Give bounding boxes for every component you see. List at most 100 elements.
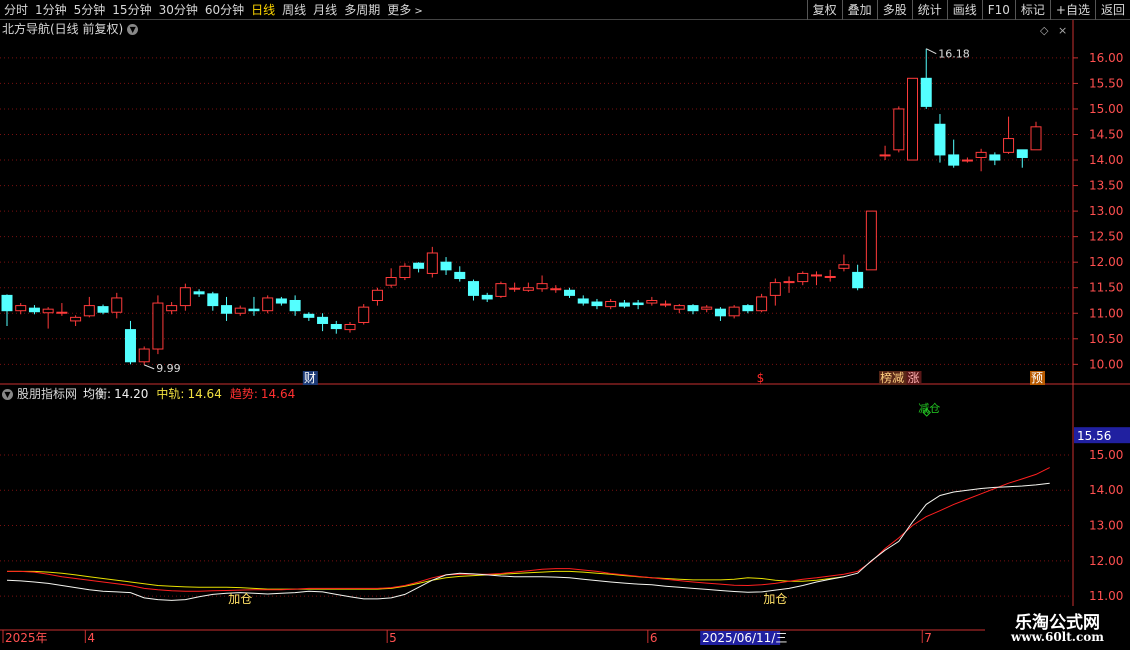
candle-body <box>618 302 630 307</box>
action-button[interactable]: 叠加 <box>841 0 877 20</box>
candle-body <box>550 288 562 291</box>
ytick-label: 13.00 <box>1089 204 1123 218</box>
chevron-down-icon[interactable]: ▼ <box>2 388 13 400</box>
ytick-label: 12.00 <box>1089 554 1123 568</box>
ytick-label: 11.00 <box>1089 589 1123 603</box>
xtick-label: 6 <box>650 631 658 645</box>
candle-body <box>1003 138 1015 153</box>
xtick-label: 2025年 <box>5 631 48 645</box>
top-toolbar: 分时 1分钟 5分钟 15分钟 30分钟 60分钟 日线 周线 月线 多周期 更多 > 复权 叠加 多股… <box>0 0 1130 20</box>
junheng-value: 14.20 <box>114 387 149 401</box>
candle-body <box>15 305 27 312</box>
candle-body <box>371 289 383 301</box>
watermark-logo: 乐淘公式网 www.60lt.com <box>985 606 1130 650</box>
period-tabs: 分时 1分钟 5分钟 15分钟 30分钟 60分钟 日线 周线 月线 多周期 更多 > <box>0 0 426 20</box>
candle-body <box>728 306 740 317</box>
candle-body <box>152 302 164 350</box>
junheng-label: 均衡: <box>83 387 112 401</box>
candle-body <box>289 299 301 312</box>
tab-period[interactable]: 15分钟 <box>108 0 154 20</box>
event-marker[interactable]: 榜减 <box>880 370 904 385</box>
candle-body <box>399 265 411 279</box>
candle-body <box>303 313 315 318</box>
candle-body <box>660 303 672 306</box>
action-button[interactable]: F10 <box>981 0 1015 20</box>
candle-body <box>564 289 576 296</box>
candle-body <box>248 308 260 312</box>
candle-body <box>275 298 287 304</box>
tab-period[interactable]: 1分钟 <box>31 0 70 20</box>
tab-period[interactable]: 分时 <box>0 0 31 20</box>
candle-body <box>358 306 370 323</box>
candle-body <box>536 283 548 290</box>
candle-body <box>221 305 233 314</box>
qushi-value: 14.64 <box>260 387 296 401</box>
tab-period[interactable]: 30分钟 <box>155 0 201 20</box>
candle-body <box>344 323 356 331</box>
ytick-label: 15.50 <box>1089 76 1123 90</box>
candle-body <box>413 262 425 269</box>
more-tab-label: 更多 <box>387 2 412 17</box>
action-button[interactable]: 标记 <box>1014 0 1050 20</box>
candle-body <box>646 299 658 304</box>
candle-body <box>481 294 493 300</box>
candle-body <box>426 252 438 274</box>
candle-body <box>83 305 95 317</box>
event-marker[interactable]: 涨 <box>908 370 920 385</box>
tab-period[interactable]: 60分钟 <box>201 0 247 20</box>
tab-period[interactable]: 周线 <box>278 0 309 20</box>
action-button[interactable]: 返回 <box>1094 0 1130 20</box>
more-tab[interactable]: 更多 > <box>383 0 426 20</box>
action-button[interactable]: 多股 <box>876 0 912 20</box>
candle-body <box>28 307 40 313</box>
candle-body <box>330 323 342 330</box>
action-button[interactable]: 统计 <box>911 0 947 20</box>
candle-body <box>207 293 219 307</box>
candle-body <box>42 308 54 314</box>
tab-period[interactable]: 月线 <box>309 0 340 20</box>
action-button[interactable]: 复权 <box>806 0 842 20</box>
candle-body <box>166 305 178 312</box>
signal-label: 加仓 <box>228 592 252 606</box>
action-button[interactable]: +自选 <box>1049 0 1095 20</box>
low-pointer <box>144 364 155 370</box>
candle-body <box>440 261 452 271</box>
action-button[interactable]: 画线 <box>946 0 982 20</box>
tab-period[interactable]: 多周期 <box>340 0 383 20</box>
xtick-label: 5 <box>389 631 397 645</box>
ytick-label: 15.00 <box>1089 102 1123 116</box>
tab-period[interactable]: 5分钟 <box>70 0 109 20</box>
ytick-label: 13.50 <box>1089 179 1123 193</box>
chevron-down-icon[interactable]: ▼ <box>127 23 139 35</box>
xtick-label: 7 <box>924 631 932 645</box>
candle-body <box>852 271 864 289</box>
event-marker[interactable]: 预 <box>1031 371 1043 385</box>
ytick-label: 12.50 <box>1089 230 1123 244</box>
candle-body <box>262 297 274 312</box>
chevron-right-icon: > <box>411 5 423 17</box>
candle-body <box>97 306 109 313</box>
high-pointer <box>926 48 937 55</box>
ytick-label: 10.50 <box>1089 332 1123 346</box>
main-chart-title: 北方导航(日线 前复权) <box>2 22 124 36</box>
xtick-label: 4 <box>87 631 95 645</box>
candle-body <box>1 294 13 312</box>
tab-period[interactable]: 日线 <box>247 0 278 20</box>
event-marker[interactable]: 财 <box>304 371 316 385</box>
watermark-url: www.60lt.com <box>1011 630 1104 644</box>
stock-chart[interactable]: 16.00 15.50 15.00 14.50 14.00 13.50 13.00 12.50… <box>0 0 1130 650</box>
ytick-label: 11.00 <box>1089 306 1123 320</box>
candle-body <box>509 287 521 290</box>
diamond-icon[interactable]: ◇ <box>1040 24 1048 37</box>
close-icon[interactable]: × <box>1058 24 1067 37</box>
candle-body <box>989 154 1001 161</box>
candle-body <box>824 275 836 278</box>
candle-body <box>591 301 603 307</box>
candle-body <box>56 311 68 314</box>
event-marker[interactable]: $ <box>757 371 765 385</box>
candle-body <box>769 282 781 296</box>
candle-body <box>577 298 589 304</box>
candle-body <box>179 287 191 307</box>
candle-body <box>193 291 205 295</box>
candle-body <box>673 305 685 310</box>
